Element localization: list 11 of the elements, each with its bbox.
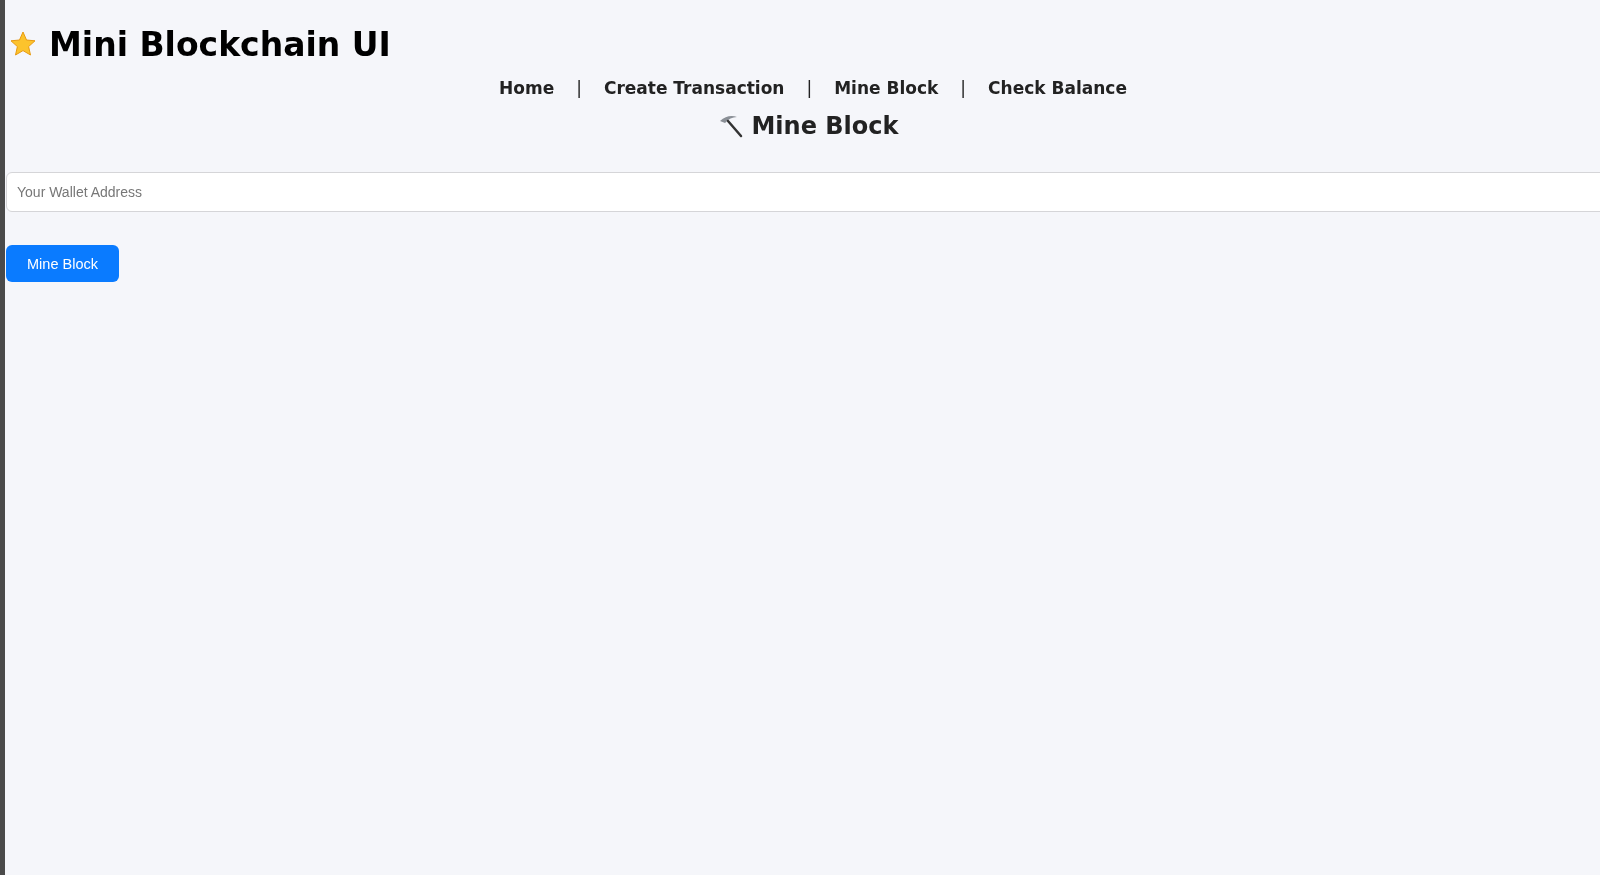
nav-separator: |: [576, 78, 582, 98]
app-title: Mini Blockchain UI: [49, 24, 391, 64]
mine-block-button[interactable]: Mine Block: [6, 245, 119, 282]
wallet-address-field[interactable]: Your Wallet Address: [6, 172, 1600, 212]
nav-link[interactable]: Home: [499, 78, 555, 98]
nav-link[interactable]: Create Transaction: [603, 78, 785, 98]
nav-link[interactable]: Mine Block: [834, 78, 939, 98]
nav-link[interactable]: Check Balance: [988, 78, 1127, 98]
nav-separator: |: [960, 78, 967, 98]
section-heading: Mine Block: [751, 112, 899, 140]
nav-separator: |: [806, 78, 813, 98]
